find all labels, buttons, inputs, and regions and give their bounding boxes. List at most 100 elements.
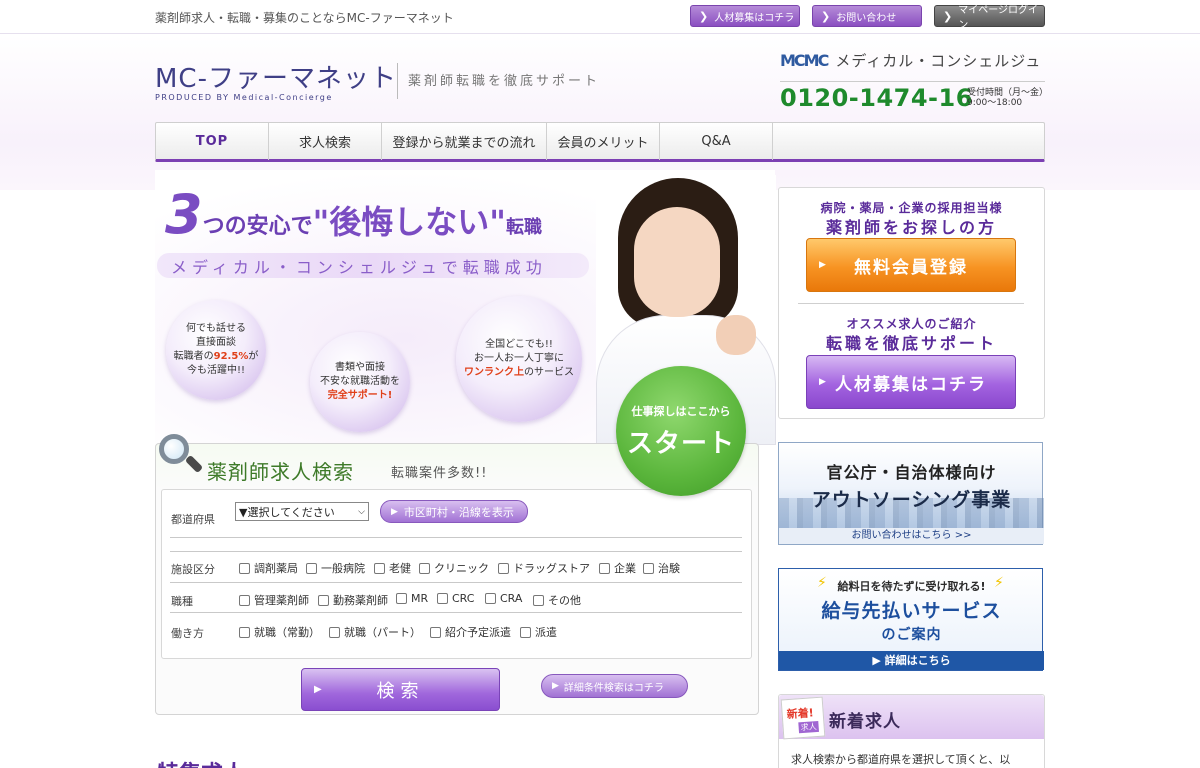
nav-qa[interactable]: Q&A [660, 123, 773, 160]
nav-flow[interactable]: 登録から就業までの流れ [382, 123, 547, 160]
bubble-text: 直接面談 [196, 337, 236, 348]
detail-search-label: 詳細条件検索はコチラ [563, 682, 664, 694]
detail-search-button[interactable]: ▶ 詳細条件検索はコチラ [541, 674, 688, 698]
outsourcing-heading: アウトソーシング事業 [811, 489, 1012, 511]
work-style-checkbox[interactable]: 就職（常勤） [239, 624, 320, 640]
facility-checkbox[interactable]: 老健 [374, 560, 411, 576]
site-tagline: 薬剤師求人・転職・募集のことならMC-ファーマネット [155, 11, 454, 25]
salary-caption: 給料日を待たずに受け取れる! [837, 580, 986, 593]
facility-label: 施設区分 [171, 563, 215, 576]
feature-bubble-nationwide: 全国どこでも!! お一人お一人丁寧に ワンランク上のサービス [456, 296, 582, 422]
play-icon: ▶ [314, 684, 328, 695]
salary-advance-banner[interactable]: ⚡ ⚡ 給料日を待たずに受け取れる! 給与先払いサービス のご案内 ▶ 詳細はこ… [778, 568, 1044, 671]
facility-checkbox[interactable]: 一般病院 [306, 560, 365, 576]
job-type-checkbox[interactable]: MR [396, 592, 428, 605]
new-jobs-title: 新着求人 [829, 712, 901, 732]
start-caption: 仕事探しはここから [631, 404, 731, 418]
mypage-login-button[interactable]: ❯ マイページログイン [934, 5, 1045, 31]
salary-detail-link[interactable]: ▶ 詳細はこちら [779, 651, 1044, 670]
outsourcing-caption: 官公庁・自治体様向け [826, 463, 997, 482]
start-label: スタート [626, 428, 735, 459]
recruit-link-button[interactable]: ❯ 人材募集はコチラ [690, 5, 800, 27]
divider [170, 612, 742, 613]
chevron-down-icon: ⌵ [358, 506, 365, 517]
hero-title-part3: 転職 [505, 217, 542, 238]
prefecture-select-value: ▼選択してください [239, 505, 335, 519]
job-type-checkbox[interactable]: CRA [485, 592, 522, 605]
company-logo-mark: MCMC [780, 51, 829, 70]
chevron-right-icon: ❯ [699, 9, 709, 23]
job-type-checkbox[interactable]: 管理薬剤師 [239, 592, 309, 608]
bubble-text: 完全サポート! [327, 390, 393, 401]
contact-button[interactable]: ❯ お問い合わせ [812, 5, 922, 27]
facility-checkbox[interactable]: 治験 [643, 560, 680, 576]
facility-checkbox[interactable]: 企業 [599, 560, 636, 576]
free-registration-button[interactable]: ▶ 無料会員登録 [806, 238, 1016, 292]
hero-number: 3 [165, 183, 203, 246]
hero-subtitle: メディカル・コンシェルジュで転職成功 [157, 253, 589, 278]
divider [170, 551, 742, 552]
new-jobs-text: 求人検索から都道府県を選択して頂くと、以 [791, 753, 1011, 766]
bubble-text: ワンランク上のサービス [464, 367, 574, 378]
hero-title-part1: つの安心で [202, 214, 313, 239]
nav-merits[interactable]: 会員のメリット [547, 123, 660, 160]
start-button[interactable]: 仕事探しはここから スタート [616, 366, 746, 496]
play-icon: ▶ [819, 377, 828, 387]
show-city-line-button[interactable]: ▶ 市区町村・沿線を表示 [380, 500, 528, 523]
mypage-login-label: マイページログイン [958, 5, 1039, 31]
bubble-text: 不安な就職活動を [320, 376, 400, 387]
divider [798, 303, 1024, 304]
business-hours: 受付時間（月〜金） 9:00〜18:00 [967, 88, 1048, 108]
logo-main-text: MC-ファーマネット [155, 64, 397, 94]
new-tag-icon: 新着! 求人 [780, 696, 826, 740]
recruit-button-label: 人材募集はコチラ [835, 374, 987, 395]
work-style-checkbox[interactable]: 就職（パート） [329, 624, 421, 640]
job-type-checkbox[interactable]: その他 [533, 592, 581, 608]
facility-checkbox[interactable]: クリニック [419, 560, 489, 576]
work-style-checkbox[interactable]: 紹介予定派遣 [430, 624, 511, 640]
divider [170, 582, 742, 583]
site-logo[interactable]: MC-ファーマネット PRODUCED BY Medical-Concierge [155, 58, 397, 102]
feature-bubble-interview: 何でも話せる 直接面談 転職者の92.5%が 今も活躍中!! [166, 300, 266, 400]
new-jobs-box: 新着! 求人 新着求人 求人検索から都道府県を選択して頂くと、以 [778, 694, 1045, 768]
divider [170, 537, 742, 538]
search-button[interactable]: ▶ 検索 [301, 668, 500, 711]
company-brand: MCMC メディカル・コンシェルジュ [780, 50, 1041, 71]
play-icon: ▶ [819, 260, 828, 270]
chevron-right-icon: ❯ [943, 9, 953, 23]
feature-bubble-support: 書類や面接 不安な就職活動を 完全サポート! [310, 332, 410, 432]
contact-label: お問い合わせ [836, 12, 897, 24]
play-icon: ▶ [391, 506, 398, 517]
outsourcing-link[interactable]: お問い合わせはこちら >> [779, 528, 1044, 544]
magnifier-icon [157, 432, 204, 478]
facility-checkbox[interactable]: ドラッグストア [498, 560, 590, 576]
logo-tagline: 薬剤師転職を徹底サポート [408, 74, 601, 89]
search-note: 転職案件多数!! [391, 466, 488, 481]
divider [780, 81, 1045, 82]
nav-job-search[interactable]: 求人検索 [269, 123, 382, 160]
job-type-checkbox[interactable]: 勤務薬剤師 [318, 592, 388, 608]
bubble-text: 書類や面接 [335, 362, 385, 373]
prefecture-select[interactable]: ▼選択してください ⌵ [235, 502, 369, 521]
salary-subheading: のご案内 [881, 627, 942, 643]
prefecture-label: 都道府県 [171, 513, 215, 526]
job-type-checkbox[interactable]: CRC [437, 592, 474, 605]
work-style-checkbox[interactable]: 派遣 [520, 624, 557, 640]
hero-title: 3 つの安心で "後悔しない" 転職 [165, 183, 542, 246]
work-style-label: 働き方 [171, 627, 204, 640]
featured-jobs-title: 特集求人 [157, 756, 245, 768]
recruit-button[interactable]: ▶ 人材募集はコチラ [806, 355, 1016, 409]
free-registration-label: 無料会員登録 [854, 257, 968, 278]
bubble-text: 今も活躍中!! [186, 365, 246, 376]
chevron-right-icon: ❯ [821, 9, 831, 23]
hours-line2: 9:00〜18:00 [967, 98, 1023, 108]
phone-number[interactable]: 0120-1474-16 [780, 84, 973, 112]
main-nav: TOP 求人検索 登録から就業までの流れ 会員のメリット Q&A [155, 122, 1045, 162]
job-type-label: 職種 [171, 595, 193, 608]
facility-checkbox[interactable]: 調剤薬局 [239, 560, 298, 576]
company-name: メディカル・コンシェルジュ [835, 52, 1042, 70]
nav-top[interactable]: TOP [156, 123, 269, 160]
bubble-text: 何でも話せる [186, 323, 246, 334]
outsourcing-banner[interactable]: 官公庁・自治体様向け アウトソーシング事業 お問い合わせはこちら >> [778, 442, 1044, 545]
logo-separator [397, 63, 398, 99]
